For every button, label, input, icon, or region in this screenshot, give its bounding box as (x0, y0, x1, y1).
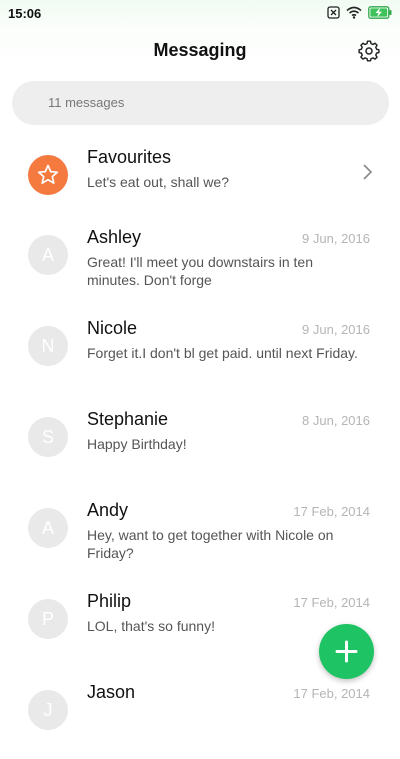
sim-off-icon (327, 6, 340, 19)
contact-name: Nicole (87, 318, 138, 338)
message-preview: Happy Birthday! (87, 436, 187, 452)
message-date: 17 Feb, 2014 (293, 504, 370, 519)
message-date: 9 Jun, 2016 (302, 231, 370, 246)
status-bar: 15:06 (0, 0, 400, 28)
message-preview: Great! I'll meet you downstairs in ten m… (87, 254, 313, 288)
avatar: S (28, 417, 68, 457)
list-item[interactable]: J Jason 17 Feb, 2014 (0, 668, 400, 759)
avatar: N (28, 326, 68, 366)
list-item[interactable]: N Nicole 9 Jun, 2016 Forget it.I don't b… (0, 304, 400, 395)
list-item[interactable]: A Ashley 9 Jun, 2016 Great! I'll meet yo… (0, 213, 400, 304)
message-preview: Hey, want to get together with Nicole on… (87, 527, 334, 561)
plus-icon (335, 640, 358, 663)
favourites-title: Favourites (87, 147, 172, 167)
compose-button[interactable] (319, 624, 374, 679)
contact-name: Ashley (87, 227, 142, 247)
avatar: P (28, 599, 68, 639)
list-item[interactable]: A Andy 17 Feb, 2014 Hey, want to get tog… (0, 486, 400, 577)
avatar: J (28, 690, 68, 730)
status-icons (327, 6, 392, 19)
message-date: 9 Jun, 2016 (302, 322, 370, 337)
contact-name: Stephanie (87, 409, 169, 429)
gear-icon[interactable] (358, 40, 380, 62)
app-header: Messaging (0, 28, 400, 76)
message-preview: LOL, that's so funny! (87, 618, 215, 634)
search-placeholder: 11 messages (48, 95, 125, 110)
list-item[interactable]: S Stephanie 8 Jun, 2016 Happy Birthday! (0, 395, 400, 486)
favourites-preview: Let's eat out, shall we? (87, 174, 229, 190)
favourites-item[interactable]: Favourites Let's eat out, shall we? (0, 133, 400, 213)
message-date: 17 Feb, 2014 (293, 595, 370, 610)
favourites-avatar (28, 155, 68, 195)
status-time: 15:06 (8, 6, 42, 21)
avatar: A (28, 508, 68, 548)
message-date: 8 Jun, 2016 (302, 413, 370, 428)
contact-name: Jason (87, 682, 136, 702)
message-preview: Forget it.I don't bl get paid. until nex… (87, 345, 358, 361)
search-input[interactable]: 11 messages (12, 81, 389, 125)
star-icon (37, 164, 59, 184)
contact-name: Philip (87, 591, 132, 611)
wifi-icon (346, 6, 362, 19)
battery-charging-icon (368, 6, 392, 19)
contact-name: Andy (87, 500, 129, 520)
chevron-right-icon (363, 164, 373, 180)
message-date: 17 Feb, 2014 (293, 686, 370, 701)
page-title: Messaging (153, 40, 247, 60)
avatar: A (28, 235, 68, 275)
